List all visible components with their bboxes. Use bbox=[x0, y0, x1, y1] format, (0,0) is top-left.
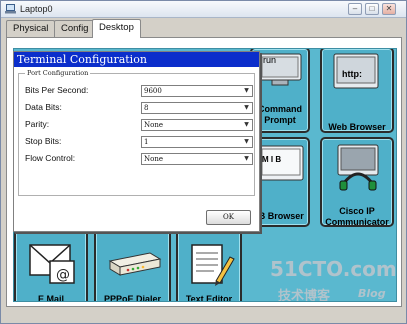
tab-physical[interactable]: Physical bbox=[6, 20, 56, 37]
modem-icon bbox=[108, 252, 162, 276]
ok-button[interactable]: OK bbox=[206, 210, 251, 225]
data-bits-label: Data Bits: bbox=[25, 102, 62, 112]
bits-per-second-value: 9600 bbox=[144, 87, 162, 95]
envelope-icon: @ bbox=[29, 244, 75, 284]
laptop-window: Laptop0 – □ ✕ Physical Config Desktop ru… bbox=[0, 0, 407, 324]
notepad-icon bbox=[191, 244, 235, 286]
tab-config[interactable]: Config bbox=[54, 20, 96, 37]
pppoe-dialer-label: PPPoE Dialer bbox=[103, 294, 162, 302]
web-browser-label: Web Browser bbox=[328, 122, 386, 132]
stop-bits-label: Stop Bits: bbox=[25, 136, 62, 146]
port-configuration-legend: Port Configuration bbox=[25, 69, 91, 77]
terminal-configuration-dialog: Terminal Configuration Port Configuratio… bbox=[13, 51, 260, 232]
close-button[interactable]: ✕ bbox=[382, 3, 396, 15]
flow-control-value: None bbox=[144, 155, 163, 163]
watermark-main: 51CTO.com bbox=[270, 257, 397, 281]
chevron-down-icon[interactable]: ▼ bbox=[242, 155, 251, 163]
chevron-down-icon[interactable]: ▼ bbox=[242, 138, 251, 146]
maximize-icon: □ bbox=[369, 4, 375, 13]
laptop-icon bbox=[5, 4, 16, 14]
bits-per-second-label: Bits Per Second: bbox=[25, 85, 89, 95]
bits-per-second-select[interactable]: 9600 ▼ bbox=[141, 85, 253, 97]
mib-icon bbox=[258, 145, 304, 181]
stop-bits-value: 1 bbox=[144, 138, 149, 146]
port-configuration-group: Port Configuration Bits Per Second: 9600… bbox=[18, 69, 255, 196]
data-bits-value: 8 bbox=[144, 104, 149, 112]
stop-bits-select[interactable]: 1 ▼ bbox=[141, 136, 253, 148]
mib-browser-label: IB Browser bbox=[256, 211, 304, 221]
chevron-down-icon[interactable]: ▼ bbox=[242, 87, 251, 95]
flow-control-select[interactable]: None ▼ bbox=[141, 153, 253, 165]
parity-value: None bbox=[144, 121, 163, 129]
web-browser-tile[interactable]: http: Web Browser bbox=[320, 49, 394, 133]
data-bits-select[interactable]: 8 ▼ bbox=[141, 102, 253, 114]
run-screen-text: run bbox=[263, 55, 277, 65]
window-titlebar[interactable]: Laptop0 – □ ✕ bbox=[1, 1, 406, 18]
parity-label: Parity: bbox=[25, 119, 50, 129]
cisco-ip-label-2: Communicator bbox=[325, 217, 389, 227]
pppoe-dialer-tile[interactable]: PPPoE Dialer bbox=[94, 229, 171, 302]
email-label: E Mail bbox=[37, 294, 64, 302]
headset-monitor-icon bbox=[337, 144, 379, 191]
email-tile[interactable]: @ E Mail bbox=[14, 229, 88, 302]
tab-desktop[interactable]: Desktop bbox=[92, 19, 141, 38]
svg-text:@: @ bbox=[56, 267, 70, 283]
minimize-button[interactable]: – bbox=[348, 3, 362, 15]
cisco-ip-label-1: Cisco IP bbox=[339, 206, 375, 216]
command-prompt-label-1: Command bbox=[257, 104, 302, 114]
parity-select[interactable]: None ▼ bbox=[141, 119, 253, 131]
watermark-sub: 技术博客 bbox=[278, 289, 331, 302]
http-screen-text: http: bbox=[342, 69, 362, 79]
text-editor-label: Text Editor bbox=[185, 294, 233, 302]
command-prompt-label-2: Prompt bbox=[264, 115, 296, 125]
mib-screen-text: M I B bbox=[262, 155, 282, 164]
watermark-blog: Blog bbox=[358, 287, 386, 300]
chevron-down-icon[interactable]: ▼ bbox=[242, 121, 251, 129]
dialog-title[interactable]: Terminal Configuration bbox=[14, 52, 259, 67]
maximize-button[interactable]: □ bbox=[365, 3, 379, 15]
close-icon: ✕ bbox=[385, 4, 393, 13]
window-title: Laptop0 bbox=[20, 4, 53, 14]
minimize-icon: – bbox=[352, 4, 358, 13]
text-editor-tile[interactable]: Text Editor bbox=[176, 229, 242, 302]
chevron-down-icon[interactable]: ▼ bbox=[242, 104, 251, 112]
cisco-ip-communicator-tile[interactable]: Cisco IP Communicator bbox=[320, 137, 394, 227]
flow-control-label: Flow Control: bbox=[25, 153, 76, 163]
